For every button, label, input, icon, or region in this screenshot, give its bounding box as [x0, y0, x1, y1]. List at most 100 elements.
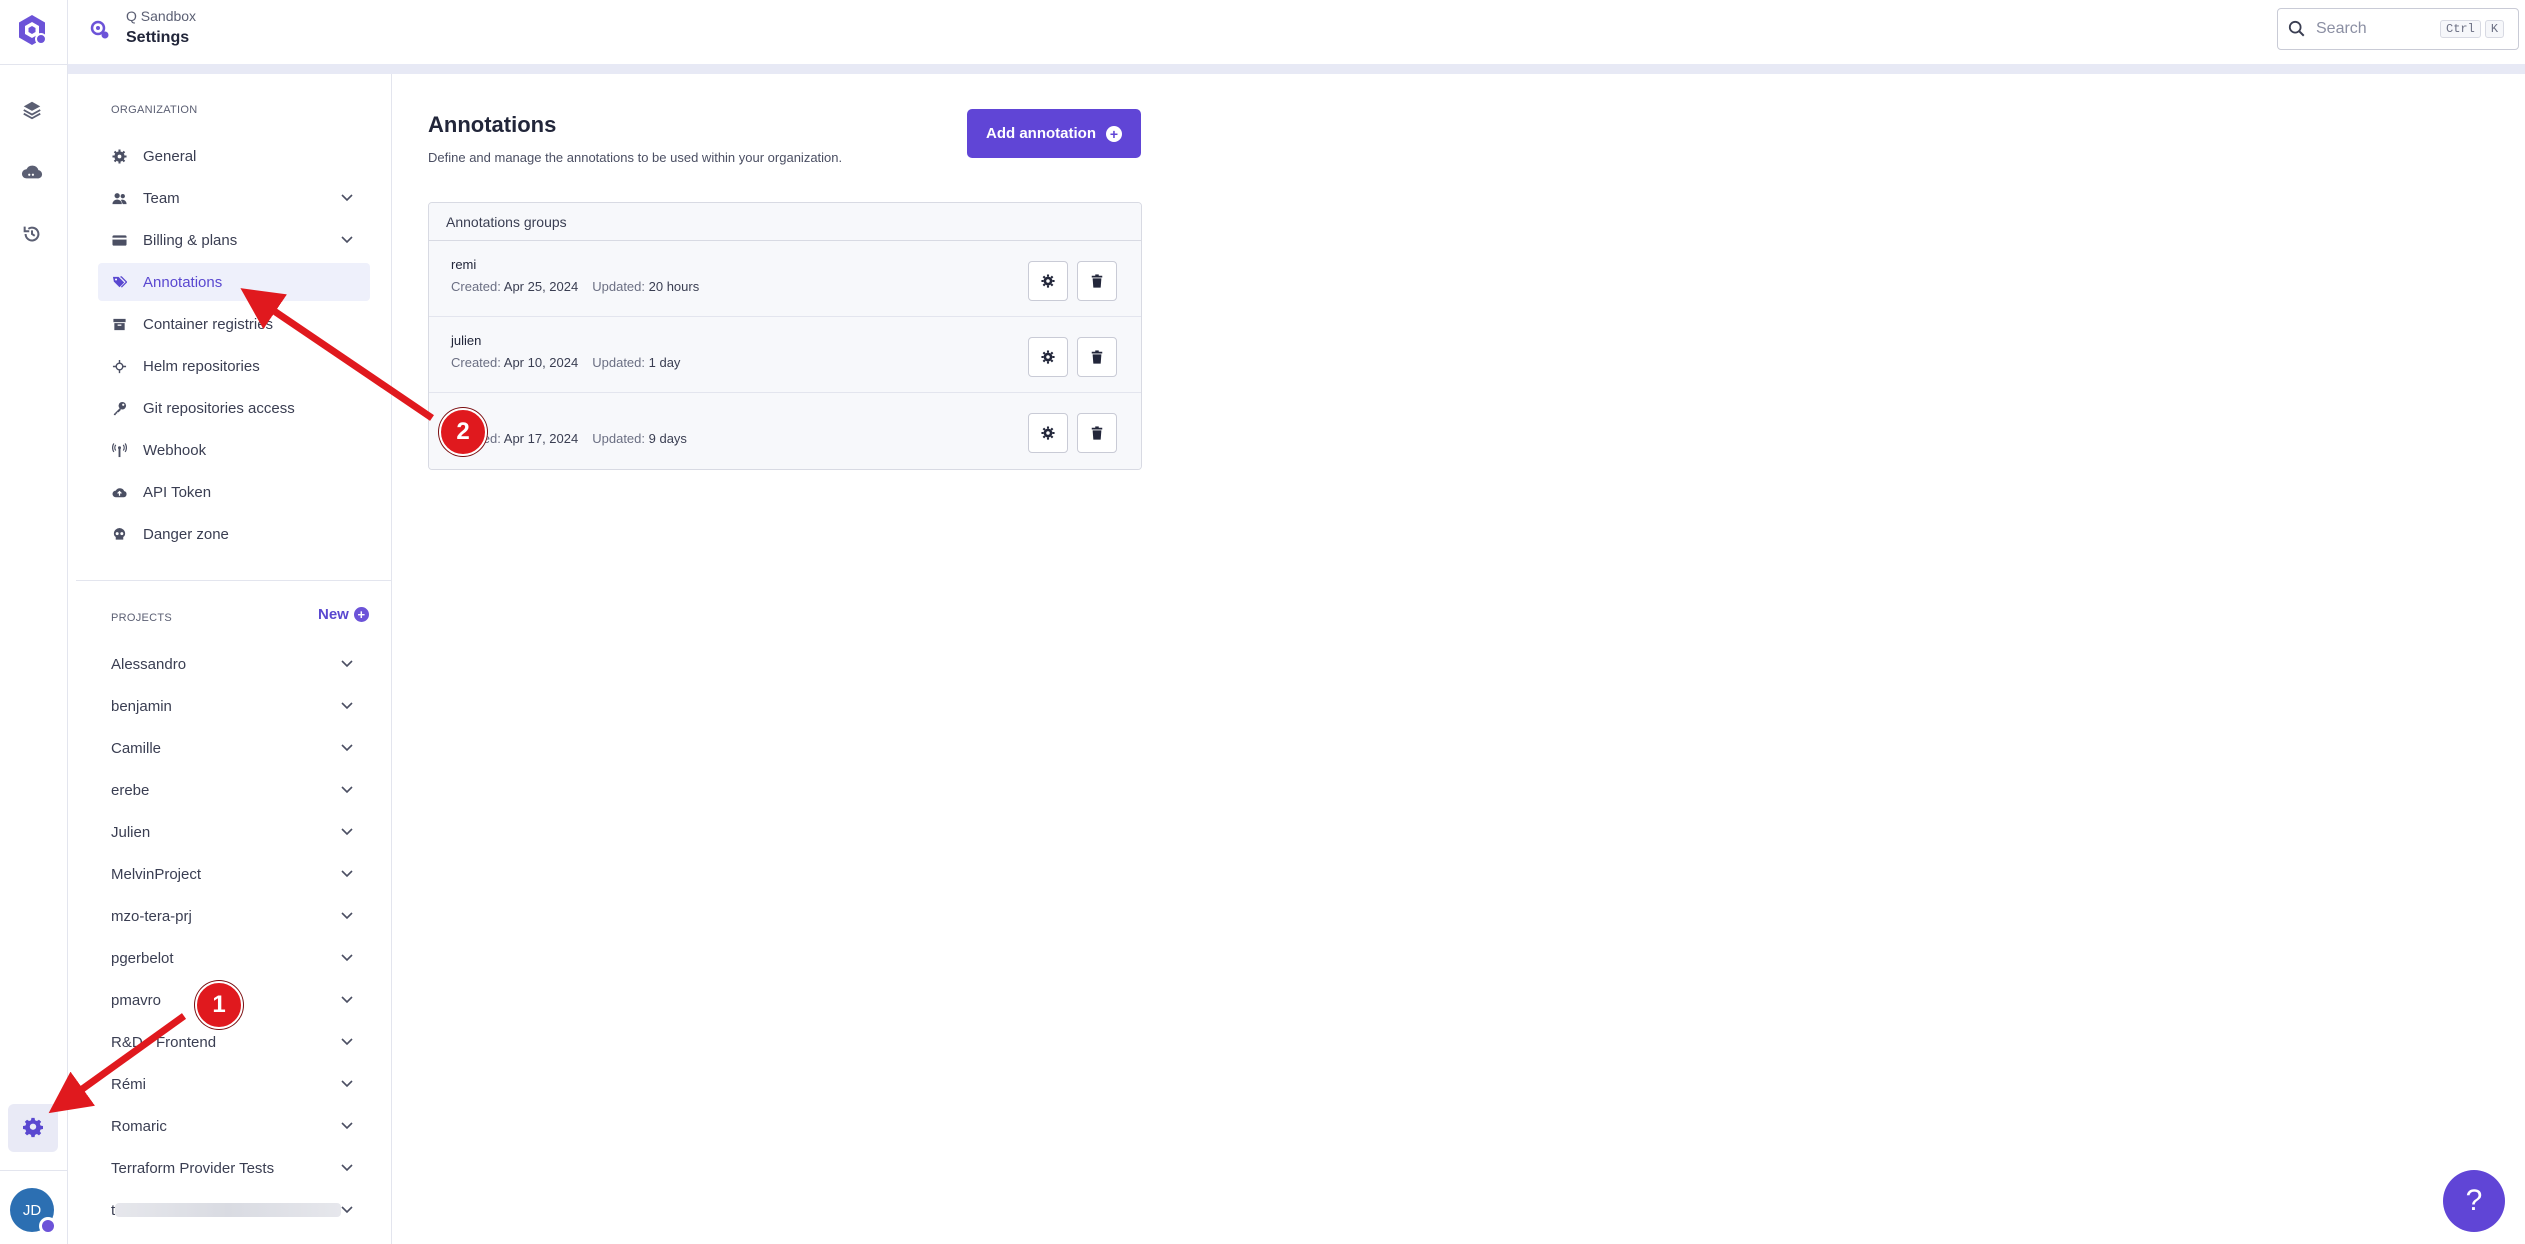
sidebar-item-danger-zone[interactable]: Danger zone	[98, 515, 370, 553]
project-item[interactable]: erebe	[98, 771, 370, 809]
chevron-down-icon[interactable]	[340, 950, 354, 964]
sidebar-item-api-token[interactable]: API Token	[98, 473, 370, 511]
app-logo-icon[interactable]	[14, 12, 50, 48]
sidebar-item-container-registries[interactable]: Container registries	[98, 305, 370, 343]
chevron-down-icon[interactable]	[340, 824, 354, 838]
search-box[interactable]: Ctrl K	[2277, 8, 2519, 50]
project-item[interactable]: mzo-tera-prj	[98, 897, 370, 935]
delete-group-button[interactable]	[1077, 337, 1117, 377]
project-item[interactable]: Alessandro	[98, 645, 370, 683]
project-item[interactable]: Romaric	[98, 1107, 370, 1145]
project-name: MelvinProject	[111, 865, 202, 883]
org-badge-icon	[39, 1217, 57, 1235]
chevron-down-icon[interactable]	[340, 866, 354, 880]
annotation-group-row: remi Created: Apr 25, 2024 Updated: 20 ho…	[429, 241, 1141, 317]
step-marker-1: 1	[195, 981, 243, 1029]
project-name: mzo-tera-prj	[111, 907, 192, 925]
updated-ago: 1 day	[648, 355, 681, 370]
chevron-down-icon[interactable]	[340, 1034, 354, 1048]
chevron-down-icon[interactable]	[340, 1118, 354, 1132]
avatar-initials: JD	[22, 1201, 42, 1219]
project-item[interactable]: benjamin	[98, 687, 370, 725]
sidebar-item-git-access[interactable]: Git repositories access	[98, 389, 370, 427]
updated-ago: 20 hours	[648, 279, 700, 294]
chevron-down-icon[interactable]	[340, 740, 354, 754]
sidebar-item-general[interactable]: General	[98, 137, 370, 175]
organization-section-label: ORGANIZATION	[111, 104, 198, 116]
project-name: Romaric	[111, 1117, 167, 1135]
gear-icon	[1041, 274, 1055, 288]
project-name: Rémi	[111, 1075, 147, 1093]
sidebar-item-billing[interactable]: Billing & plans	[98, 221, 370, 259]
plus-circle-icon: +	[1105, 125, 1122, 142]
sidebar-item-annotations[interactable]: Annotations	[98, 263, 370, 301]
chevron-down-icon[interactable]	[340, 190, 354, 204]
layers-icon[interactable]	[14, 92, 50, 128]
project-name: pgerbelot	[111, 949, 174, 967]
group-meta: Created: Apr 10, 2024 Updated: 1 day	[451, 355, 681, 370]
sidebar-item-label: Team	[143, 189, 180, 207]
project-item[interactable]: Rémi	[98, 1065, 370, 1103]
top-header: Q Sandbox Settings Ctrl K	[68, 0, 2525, 64]
chevron-down-icon[interactable]	[340, 698, 354, 712]
plus-icon: +	[353, 607, 369, 622]
created-date: Apr 17, 2024	[503, 431, 579, 446]
rail-divider	[0, 64, 68, 65]
sidebar-item-label: Billing & plans	[143, 231, 238, 249]
project-item[interactable]: Camille	[98, 729, 370, 767]
project-item-redacted[interactable]: t	[98, 1191, 370, 1229]
page-heading: Annotations	[428, 112, 557, 137]
chevron-down-icon[interactable]	[340, 1076, 354, 1090]
chevron-down-icon[interactable]	[340, 232, 354, 246]
sidebar-item-team[interactable]: Team	[98, 179, 370, 217]
search-icon	[2288, 20, 2305, 37]
group-meta: Created: Apr 25, 2024 Updated: 20 hours	[451, 279, 700, 294]
search-input[interactable]	[2316, 20, 2436, 38]
shortcut-ctrl: Ctrl	[2440, 20, 2481, 38]
tags-icon	[111, 274, 128, 291]
cloud-icon[interactable]	[14, 154, 50, 190]
org-name[interactable]: Q Sandbox	[126, 8, 196, 24]
trash-icon	[1091, 350, 1103, 364]
org-icon	[90, 20, 109, 39]
project-item[interactable]: MelvinProject	[98, 855, 370, 893]
edit-group-button[interactable]	[1028, 337, 1068, 377]
edit-group-button[interactable]	[1028, 261, 1068, 301]
sidebar-item-helm-repositories[interactable]: Helm repositories	[98, 347, 370, 385]
delete-group-button[interactable]	[1077, 413, 1117, 453]
settings-gear-button[interactable]	[8, 1104, 58, 1152]
step-marker-2: 2	[439, 408, 487, 456]
chevron-down-icon[interactable]	[340, 1160, 354, 1174]
app-rail: JD	[0, 0, 68, 1244]
chevron-down-icon[interactable]	[340, 656, 354, 670]
delete-group-button[interactable]	[1077, 261, 1117, 301]
help-button[interactable]: ?	[2443, 1170, 2505, 1232]
chevron-down-icon[interactable]	[340, 908, 354, 922]
sidebar-item-label: Git repositories access	[143, 399, 295, 417]
header-strip	[68, 64, 2525, 74]
projects-section-label: PROJECTS	[111, 612, 173, 624]
chevron-down-icon[interactable]	[340, 782, 354, 796]
project-item[interactable]: pgerbelot	[98, 939, 370, 977]
helm-icon	[111, 358, 128, 375]
user-avatar[interactable]: JD	[10, 1188, 57, 1235]
project-item[interactable]: Julien	[98, 813, 370, 851]
settings-sidebar: ORGANIZATION General Team Billing & plan…	[76, 74, 392, 1244]
credit-card-icon	[111, 232, 128, 249]
chevron-down-icon[interactable]	[340, 992, 354, 1006]
add-annotation-button[interactable]: Add annotation +	[967, 109, 1141, 158]
project-item[interactable]: R&D - Frontend	[98, 1023, 370, 1061]
edit-group-button[interactable]	[1028, 413, 1068, 453]
sidebar-item-webhook[interactable]: Webhook	[98, 431, 370, 469]
project-name: Alessandro	[111, 655, 187, 673]
rail-divider-bottom	[0, 1170, 68, 1171]
history-icon[interactable]	[14, 216, 50, 252]
page-title: Settings	[126, 29, 190, 46]
skull-icon	[111, 526, 128, 543]
group-name: julien	[451, 333, 482, 348]
created-date: Apr 10, 2024	[503, 355, 579, 370]
chevron-down-icon[interactable]	[340, 1202, 354, 1216]
gear-icon	[1041, 350, 1055, 364]
new-project-button[interactable]: New +	[318, 606, 369, 623]
project-item[interactable]: Terraform Provider Tests	[98, 1149, 370, 1187]
